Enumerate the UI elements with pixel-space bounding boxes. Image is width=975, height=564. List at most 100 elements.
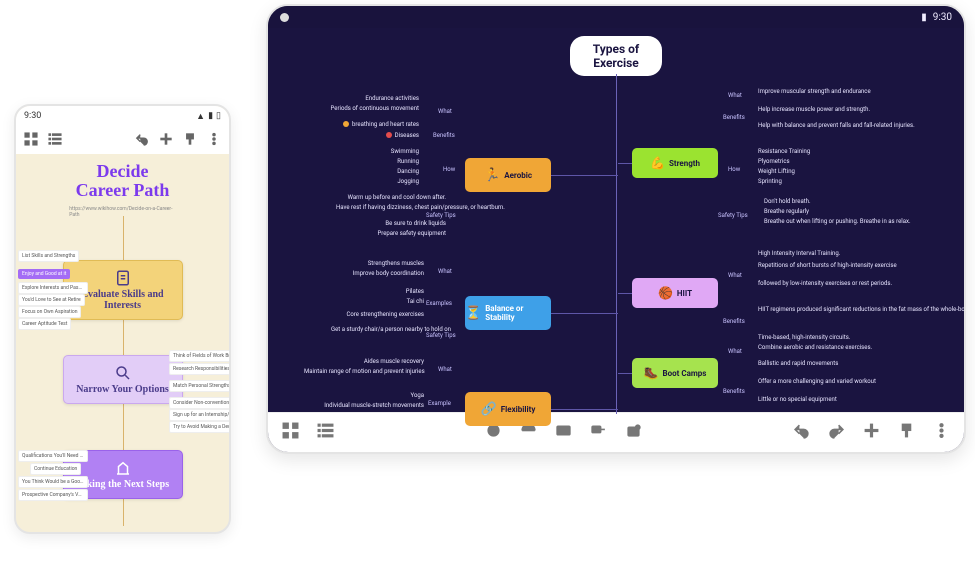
tablet-canvas[interactable]: Types of Exercise 🏃 Aerobic ⏳ Balance or… [268, 28, 964, 412]
section-label: Benefits [723, 114, 745, 121]
undo-icon[interactable] [135, 131, 149, 150]
leaf[interactable]: Help increase muscle power and strength. [758, 106, 878, 113]
section-label: What [438, 108, 452, 115]
leaf[interactable]: Dancing [397, 168, 419, 175]
hiit-icon: 🏀 [658, 286, 673, 300]
note[interactable]: Qualifications You'll Need for the [18, 450, 88, 462]
boot-icon: 🥾 [644, 366, 659, 380]
node-label: Aerobic [504, 171, 532, 180]
leaf[interactable]: Diseases [386, 132, 419, 139]
leaf[interactable]: Breathe out when lifting or pushing. Bre… [764, 218, 904, 225]
leaf[interactable]: Individual muscle-stretch movements [324, 402, 424, 409]
leaf[interactable]: Time-based, high-intensity circuits. [758, 334, 850, 341]
phone-device: 9:30 ▲ ▮ ▯ Decide Career Path https://ww… [14, 104, 231, 534]
main-stem [616, 74, 617, 414]
leaf[interactable]: Ballistic and rapid movements [758, 360, 838, 367]
leaf[interactable]: Be sure to drink liquids [385, 220, 446, 227]
note[interactable]: List Skills and Strengths [18, 250, 79, 262]
phone-toolbar [16, 126, 229, 154]
attach-icon[interactable] [625, 422, 642, 443]
note[interactable]: You'd Love to See at Retire [18, 294, 85, 306]
grid-view-icon[interactable] [282, 422, 299, 443]
note[interactable]: Explore Interests and Passions [18, 282, 88, 294]
leaf[interactable]: Resistance Training [758, 148, 810, 155]
leaf[interactable]: Have rest if having dizziness, chest pai… [336, 204, 446, 211]
node-flexibility[interactable]: 🔗 Flexibility [465, 392, 551, 426]
topic-icon[interactable] [555, 422, 572, 443]
add-icon[interactable] [863, 422, 880, 443]
leaf[interactable]: Warm up before and cool down after. [348, 194, 446, 201]
leaf[interactable]: Weight Lifting [758, 168, 795, 175]
title-line1: Decide [97, 161, 149, 181]
note[interactable]: Continue Education [30, 463, 81, 475]
leaf[interactable]: Maintain range of motion and prevent inj… [304, 368, 424, 375]
leaf[interactable]: Pilates [406, 288, 424, 295]
list-view-icon[interactable] [317, 422, 334, 443]
leaf[interactable]: Yoga [411, 392, 424, 399]
leaf[interactable]: breathing and heart rates [343, 121, 419, 128]
leaf[interactable]: Don't hold breath. [764, 198, 811, 205]
leaf[interactable]: Little or no special equipment [758, 396, 837, 403]
leaf[interactable]: Plyometrics [758, 158, 790, 165]
phone-node-narrow[interactable]: Narrow Your Options [63, 355, 183, 404]
leaf[interactable]: Swimming [391, 148, 419, 155]
leaf[interactable]: Offer a more challenging and varied work… [758, 378, 888, 385]
section-label: What [728, 272, 742, 279]
leaf[interactable]: Improve muscular strength and endurance [758, 88, 878, 95]
add-icon[interactable] [159, 131, 173, 150]
note[interactable]: You Think Would be a Good Fit [18, 476, 88, 488]
note[interactable]: Research Responsibilities of Jobs within… [169, 363, 231, 375]
note[interactable]: Focus on Own Aspiration [18, 306, 81, 318]
undo-icon[interactable] [793, 422, 810, 443]
leaf[interactable]: Repetitions of short bursts of high-inte… [758, 262, 888, 269]
leaf[interactable]: followed by low-intensity exercises or r… [758, 280, 888, 287]
leaf[interactable]: Jogging [397, 178, 419, 185]
list-view-icon[interactable] [48, 131, 62, 150]
note[interactable]: Prospective Company's Values and Own [18, 489, 88, 501]
leaf[interactable]: Running [397, 158, 419, 165]
leaf[interactable]: Periods of continuous movement [331, 105, 419, 112]
note[interactable]: Career Aptitude Test [18, 318, 71, 330]
node-hiit[interactable]: 🏀 HIIT [632, 278, 718, 308]
leaf[interactable]: High Intensity Interval Training. [758, 250, 840, 257]
leaf[interactable]: Combine aerobic and resistance exercises… [758, 344, 878, 351]
leaf[interactable]: Sprinting [758, 178, 782, 185]
format-brush-icon[interactable] [898, 422, 915, 443]
format-brush-icon[interactable] [183, 131, 197, 150]
leaf[interactable]: Strengthens muscles [368, 260, 424, 267]
redo-icon[interactable] [828, 422, 845, 443]
note[interactable]: Think of Fields of Work Broadly [169, 350, 231, 362]
leaf[interactable]: Prepare safety equipment [377, 230, 446, 237]
phone-canvas[interactable]: Decide Career Path https://www.wikihow.c… [16, 154, 229, 532]
section-label: Examples [426, 300, 452, 307]
note[interactable]: Sign up for an Internship/Apprenticeship [169, 409, 231, 421]
tag[interactable]: Enjoy and Good at it [18, 269, 70, 279]
section-label: Benefits [723, 318, 745, 325]
note[interactable]: Match Personal Strengths and Potential J… [169, 380, 231, 392]
leaf[interactable]: Breathe regularly [764, 208, 809, 215]
grid-view-icon[interactable] [24, 131, 38, 150]
more-icon[interactable] [207, 131, 221, 150]
node-balance[interactable]: ⏳ Balance or Stability [465, 296, 551, 330]
wire [551, 175, 618, 176]
node-bootcamps[interactable]: 🥾 Boot Camps [632, 358, 718, 388]
note[interactable]: Consider Non-conventional/Crazy [169, 397, 231, 409]
flex-icon: 🔗 [481, 402, 497, 417]
leaf[interactable]: Help with balance and prevent falls and … [758, 122, 888, 129]
phone-statusbar: 9:30 ▲ ▮ ▯ [16, 106, 229, 126]
leaf[interactable]: Core strengthening exercises [346, 311, 424, 318]
wire [618, 163, 632, 164]
more-icon[interactable] [933, 422, 950, 443]
leaf[interactable]: Get a sturdy chair/a person nearby to ho… [331, 326, 446, 333]
leaf[interactable]: Aides muscle recovery [364, 358, 424, 365]
root-node[interactable]: Types of Exercise [570, 36, 662, 76]
node-aerobic[interactable]: 🏃 Aerobic [465, 158, 551, 192]
leaf[interactable]: Endurance activities [365, 95, 419, 102]
note[interactable]: Try to Avoid Making a Decision Based on … [169, 421, 231, 433]
strength-icon: 💪 [650, 156, 665, 170]
subtopic-icon[interactable] [590, 422, 607, 443]
leaf[interactable]: HIIT regimens produced significant reduc… [758, 306, 908, 313]
node-strength[interactable]: 💪 Strength [632, 148, 718, 178]
leaf[interactable]: Improve body coordination [353, 270, 424, 277]
leaf[interactable]: Tai chi [407, 298, 424, 305]
